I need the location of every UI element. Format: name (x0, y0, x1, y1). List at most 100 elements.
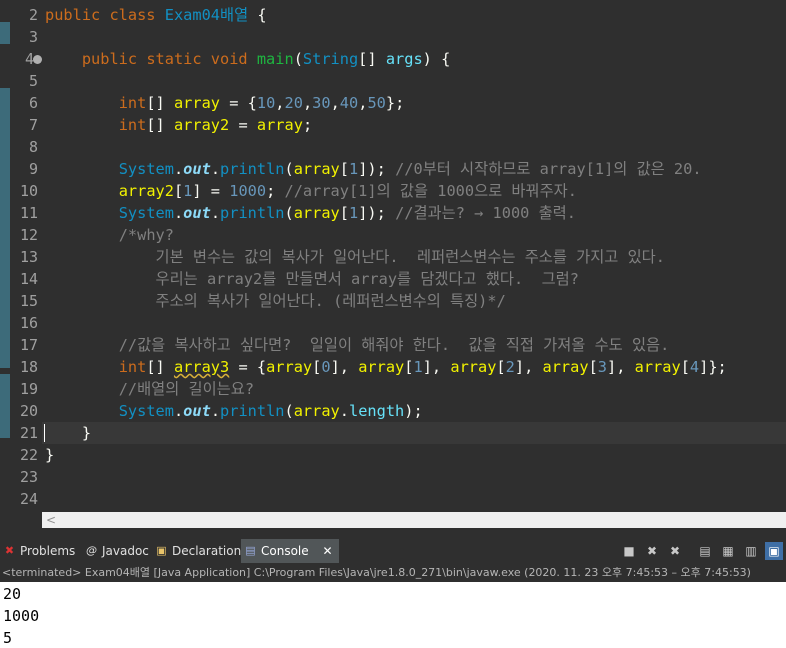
code-token: [ (339, 204, 349, 222)
code-editor[interactable]: 2 3 4 5 6 7 8 9 10 11 12 13 14 15 16 17 18 19 20 21 22 23 24 p… (0, 0, 786, 512)
scroll-lock-icon[interactable]: ▤ (696, 542, 714, 560)
code-token: [ (496, 358, 506, 376)
code-token: static (146, 50, 211, 68)
code-token: ); (404, 402, 423, 420)
code-line[interactable]: /*why? (42, 224, 786, 246)
close-icon[interactable]: ✕ (322, 544, 332, 558)
code-line[interactable]: 우리는 array2를 만들면서 array를 담겠다고 했다. 그럼? (42, 268, 786, 290)
code-area[interactable]: public class Exam04배열 { public static vo… (42, 0, 786, 512)
scroll-left-icon[interactable]: < (46, 512, 56, 528)
code-token: class (109, 6, 165, 24)
code-token: 20 (284, 94, 303, 112)
line-number: 12 (19, 226, 38, 244)
clear-console-icon[interactable]: ▦ (719, 542, 737, 560)
code-line[interactable]: public class Exam04배열 { (42, 4, 786, 26)
code-token: } (45, 424, 92, 442)
code-token: array (256, 116, 303, 134)
code-token: public (45, 6, 110, 24)
line-number: 18 (19, 358, 38, 376)
code-token: int (118, 94, 147, 112)
problems-icon: ✖ (4, 544, 15, 557)
code-token: array3 (173, 358, 230, 376)
code-line[interactable]: public static void main(String[] args) { (42, 48, 786, 70)
line-number: 6 (28, 94, 38, 112)
code-line[interactable]: System.out.println(array.length); (42, 400, 786, 422)
code-token: println (220, 204, 285, 222)
line-number-gutter: 2 3 4 5 6 7 8 9 10 11 12 13 14 15 16 17 18 19 20 21 22 23 24 (10, 0, 42, 512)
change-ruler (0, 0, 10, 512)
line-number: 8 (28, 138, 38, 156)
code-line[interactable] (42, 312, 786, 334)
code-line[interactable] (42, 488, 786, 510)
code-line[interactable]: System.out.println(array[1]); //0부터 시작하므… (42, 158, 786, 180)
code-token: /*why? (118, 226, 174, 244)
code-token: ] = (192, 182, 230, 200)
code-token: //0부터 시작하므로 array[1]의 값은 20. (395, 160, 702, 178)
fold-collapse-icon[interactable] (33, 55, 42, 64)
terminate-icon[interactable]: ■ (620, 542, 638, 560)
code-token: array2 (118, 182, 174, 200)
code-line[interactable]: ! int[] array3 = {array[0], array[1], ar… (42, 356, 786, 378)
tab-console[interactable]: ▤ Console ✕ (241, 539, 339, 563)
tab-javadoc[interactable]: @ Javadoc (82, 539, 155, 563)
code-line[interactable] (42, 466, 786, 488)
code-line[interactable]: 주소의 복사가 일어난다. (레퍼런스변수의 특징)*/ (42, 290, 786, 312)
declaration-icon: ▣ (156, 544, 167, 557)
line-number: 2 (28, 6, 38, 24)
code-token: ]); (358, 204, 396, 222)
javadoc-icon: @ (86, 544, 97, 557)
remove-launch-icon[interactable]: ✖ (643, 542, 661, 560)
code-line[interactable]: } (42, 444, 786, 466)
code-token: . (173, 160, 184, 178)
remove-all-icon[interactable]: ✖ (666, 542, 684, 560)
code-token: 우리는 array2를 만들면서 array를 담겠다고 했다. 그럼? (45, 270, 579, 288)
code-line[interactable]: array2[1] = 1000; //array[1]의 값을 1000으로 … (42, 180, 786, 202)
code-text: System.out.println(array[1]); //결과는? → 1… (45, 202, 576, 224)
horizontal-scrollbar[interactable]: < (42, 512, 786, 528)
code-token: array (450, 358, 497, 376)
code-token: [ (404, 358, 414, 376)
code-token: . (210, 402, 221, 420)
code-line[interactable] (42, 70, 786, 92)
code-token: ], (330, 358, 359, 376)
code-line[interactable]: int[] array = {10,20,30,40,50}; (42, 92, 786, 114)
console-status: <terminated> Exam04배열 [Java Application]… (0, 564, 786, 582)
code-line[interactable] (42, 26, 786, 48)
code-line[interactable]: System.out.println(array[1]); //결과는? → 1… (42, 202, 786, 224)
tab-problems[interactable]: ✖ Problems (0, 539, 81, 563)
code-token: . (339, 402, 349, 420)
scroll-spacer (0, 512, 42, 528)
code-line[interactable]: //배열의 길이는요? (42, 378, 786, 400)
bottom-tab-bar: ✖ Problems @ Javadoc ▣ Declaration ▤ Con… (0, 538, 786, 564)
code-token: array (293, 402, 340, 420)
console-output[interactable]: 20 1000 5 (0, 582, 786, 648)
display-console-icon[interactable]: ▣ (765, 542, 783, 560)
line-number: 20 (19, 402, 38, 420)
tab-console-label: Console (261, 544, 309, 558)
code-line[interactable]: int[] array2 = array; (42, 114, 786, 136)
console-line: 1000 (3, 607, 40, 625)
panel-separator (0, 528, 786, 538)
line-number: 24 (19, 490, 38, 508)
code-line[interactable]: 기본 변수는 값의 복사가 일어난다. 레퍼런스변수는 주소를 가지고 있다. (42, 246, 786, 268)
line-number: 4 (25, 48, 42, 70)
line-number: 15 (19, 292, 38, 310)
code-text: //배열의 길이는요? (45, 378, 254, 400)
code-line[interactable]: //값을 복사하고 싶다면? 일일이 해줘야 한다. 값을 직접 가져올 수도 … (42, 334, 786, 356)
code-token: array (542, 358, 589, 376)
code-token: . (210, 160, 221, 178)
code-line[interactable] (42, 136, 786, 158)
code-token: int (118, 116, 147, 134)
tab-declaration[interactable]: ▣ Declaration (152, 539, 247, 563)
code-token: 2 (505, 358, 515, 376)
code-token: array (266, 358, 313, 376)
code-token: ]); (358, 160, 396, 178)
code-line[interactable]: } (42, 422, 786, 444)
line-number: 9 (28, 160, 38, 178)
code-token: System (118, 160, 174, 178)
pin-console-icon[interactable]: ▥ (742, 542, 760, 560)
